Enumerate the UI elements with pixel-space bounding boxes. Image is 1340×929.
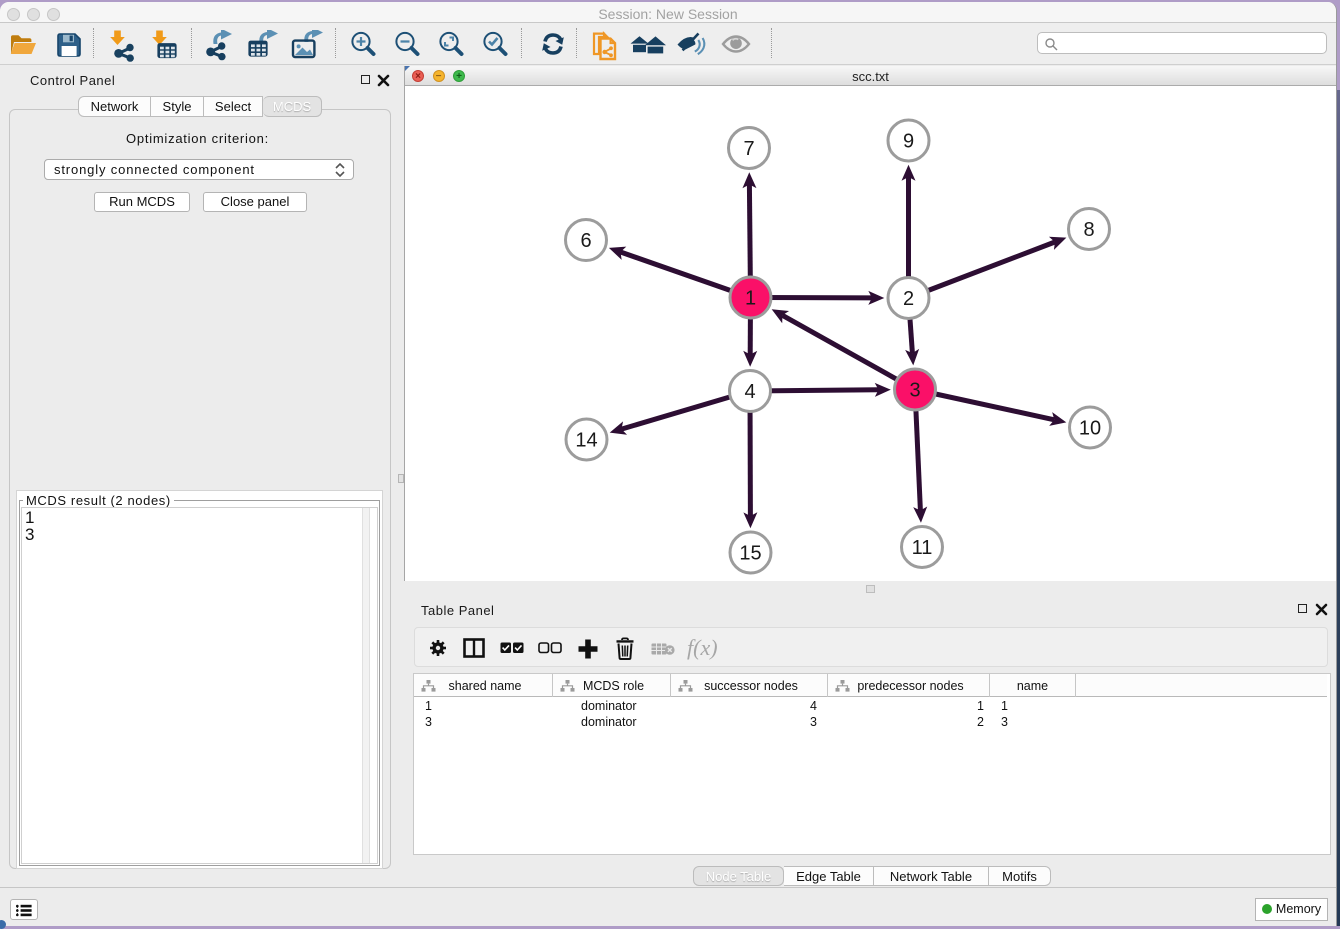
svg-text:14: 14 — [575, 430, 597, 452]
svg-text:9: 9 — [903, 131, 914, 153]
svg-text:8: 8 — [1083, 219, 1094, 241]
svg-text:7: 7 — [743, 138, 754, 160]
svg-text:2: 2 — [903, 288, 914, 310]
svg-text:15: 15 — [739, 543, 761, 565]
svg-text:3: 3 — [909, 380, 920, 402]
svg-text:11: 11 — [912, 537, 933, 559]
svg-text:10: 10 — [1079, 418, 1101, 440]
svg-text:6: 6 — [580, 230, 591, 252]
svg-text:4: 4 — [744, 381, 755, 403]
svg-text:1: 1 — [745, 288, 756, 310]
